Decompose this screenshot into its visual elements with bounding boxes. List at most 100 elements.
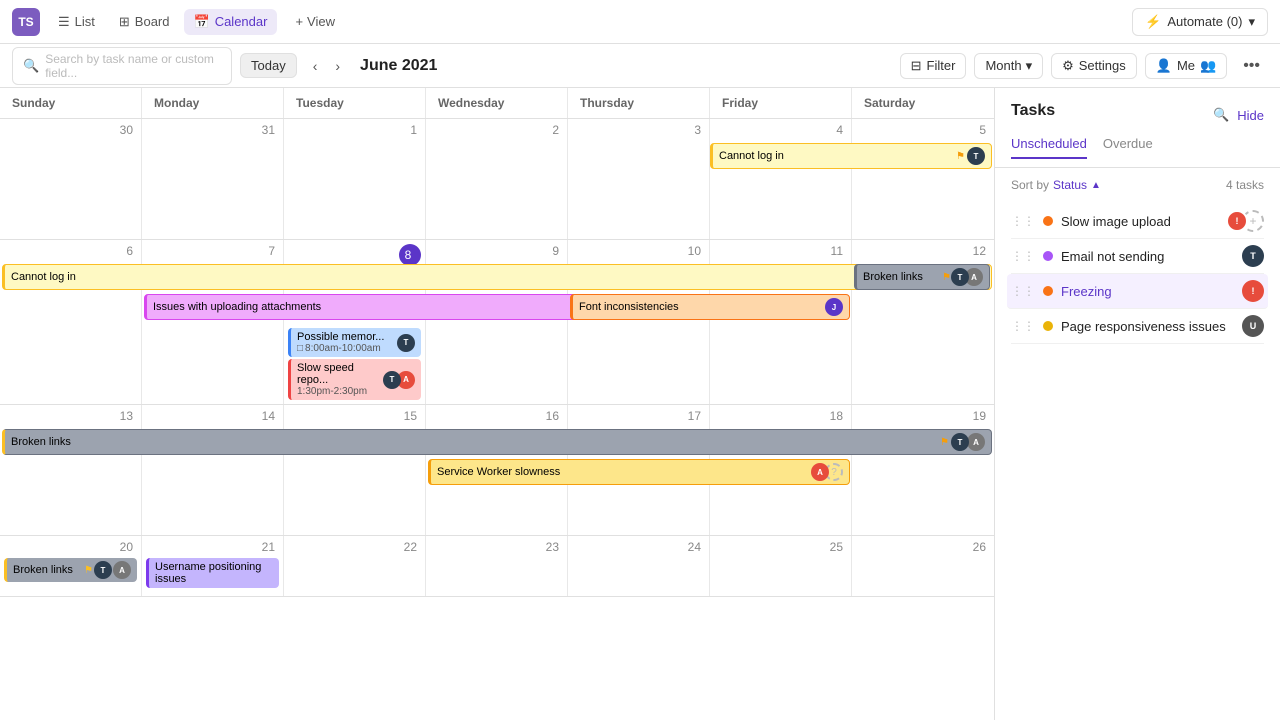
tab-unscheduled[interactable]: Unscheduled <box>1011 136 1087 159</box>
cal-cell-thu-w3[interactable]: 24 <box>568 536 710 596</box>
avatar-sw-1: A <box>811 463 829 481</box>
avatar-bl-w2-1: T <box>951 433 969 451</box>
month-title: June 2021 <box>360 57 437 75</box>
add-view-label: View <box>307 14 335 29</box>
sort-field-button[interactable]: Status <box>1053 178 1087 192</box>
avatar-freezing: ! <box>1242 280 1264 302</box>
cal-cell-mon-w2[interactable]: 14 <box>142 405 284 535</box>
drag-handle[interactable]: ⋮⋮ <box>1011 284 1035 298</box>
task-panel-body: Sort by Status ▲ 4 tasks ⋮⋮ Slow image u… <box>995 168 1280 720</box>
search-tasks-button[interactable]: 🔍 <box>1213 107 1229 123</box>
event-username-positioning[interactable]: Username positioning issues <box>146 558 279 588</box>
event-broken-links-w2[interactable]: Broken links ⚑ T A <box>2 429 992 455</box>
header-monday: Monday <box>142 88 284 118</box>
flag-icon: ⚑ <box>940 437 949 448</box>
drag-handle[interactable]: ⋮⋮ <box>1011 319 1035 333</box>
settings-button[interactable]: ⚙ Settings <box>1051 53 1137 79</box>
nav-tabs: ☰ List ⊞ Board 📅 Calendar <box>48 9 277 35</box>
cal-cell-thu-w0[interactable]: 3 <box>568 119 710 239</box>
nav-tab-board-label: Board <box>135 14 170 29</box>
header-wednesday: Wednesday <box>426 88 568 118</box>
nav-tab-calendar[interactable]: 📅 Calendar <box>184 9 278 35</box>
drag-handle[interactable]: ⋮⋮ <box>1011 214 1035 228</box>
cal-cell-tue-w3[interactable]: 22 <box>284 536 426 596</box>
add-view-button[interactable]: + View <box>285 9 345 34</box>
search-icon: 🔍 <box>23 58 39 74</box>
cal-cell-tue-w0[interactable]: 1 <box>284 119 426 239</box>
event-broken-links-w3[interactable]: Broken links ⚑ T A <box>4 558 137 582</box>
cal-cell-sat-w0[interactable]: 5 <box>852 119 994 239</box>
cal-cell-mon-w0[interactable]: 31 <box>142 119 284 239</box>
event-font-inconsistencies[interactable]: Font inconsistencies J <box>570 294 850 320</box>
avatar-bl-w3-1: T <box>94 561 112 579</box>
plus-icon: + <box>295 14 303 29</box>
board-icon: ⊞ <box>119 14 130 30</box>
flag-icon: ⚑ <box>956 151 965 162</box>
toolbar-right: ⊟ Filter Month ▾ ⚙ Settings 👤 Me 👥 ••• <box>900 53 1268 79</box>
task-panel-header: Tasks 🔍 Hide Unscheduled Overdue <box>995 88 1280 168</box>
person-icon: 👤 <box>1156 58 1172 74</box>
app-icon: TS <box>12 8 40 36</box>
task-item-slow-image-upload[interactable]: ⋮⋮ Slow image upload ! + <box>1011 204 1264 239</box>
week-row-0: 30 31 1 2 3 4 <box>0 119 994 240</box>
task-item-email-not-sending[interactable]: ⋮⋮ Email not sending T <box>1011 239 1264 274</box>
calendar-toolbar: 🔍 Search by task name or custom field...… <box>0 44 1280 88</box>
task-name-slow-image: Slow image upload <box>1061 214 1218 229</box>
cal-cell-sun-w0[interactable]: 30 <box>0 119 142 239</box>
list-icon: ☰ <box>58 14 70 30</box>
cal-cell-wed-w3[interactable]: 23 <box>426 536 568 596</box>
cal-cell-tue-w2[interactable]: 15 <box>284 405 426 535</box>
header-thursday: Thursday <box>568 88 710 118</box>
filter-button[interactable]: ⊟ Filter <box>900 53 967 79</box>
cal-cell-sun-w2[interactable]: 13 <box>0 405 142 535</box>
task-item-page-responsiveness[interactable]: ⋮⋮ Page responsiveness issues U <box>1011 309 1264 344</box>
sort-direction-icon: ▲ <box>1091 180 1101 191</box>
status-dot-slow-image <box>1043 216 1053 226</box>
cal-cell-sat-w2[interactable]: 19 <box>852 405 994 535</box>
chevron-down-icon: ▾ <box>1248 14 1255 30</box>
task-item-freezing[interactable]: ⋮⋮ Freezing ! <box>1007 274 1268 309</box>
sort-row: Sort by Status ▲ 4 tasks <box>1011 178 1264 192</box>
event-broken-links-w1[interactable]: Broken links ⚑ T A <box>854 264 990 290</box>
task-panel-tabs: Unscheduled Overdue <box>1011 136 1264 159</box>
nav-tab-board[interactable]: ⊞ Board <box>109 9 180 35</box>
filter-icon: ⊟ <box>911 58 922 74</box>
nav-tab-list[interactable]: ☰ List <box>48 9 105 35</box>
avatar-page-resp: U <box>1242 315 1264 337</box>
cal-cell-mon-w3[interactable]: 21 Username positioning issues <box>142 536 284 596</box>
calendar-body: 30 31 1 2 3 4 <box>0 119 994 720</box>
event-cannot-log-in-w0[interactable]: Cannot log in ⚑ T <box>710 143 992 169</box>
cal-cell-sun-w3[interactable]: 20 Broken links ⚑ T A <box>0 536 142 596</box>
tab-overdue[interactable]: Overdue <box>1103 136 1153 159</box>
header-friday: Friday <box>710 88 852 118</box>
more-options-button[interactable]: ••• <box>1235 53 1268 79</box>
task-panel: Tasks 🔍 Hide Unscheduled Overdue Sort by… <box>995 88 1280 720</box>
status-dot-email <box>1043 251 1053 261</box>
prev-month-button[interactable]: ‹ <box>305 54 326 78</box>
avatar-email: T <box>1242 245 1264 267</box>
gear-icon: ⚙ <box>1062 58 1074 74</box>
me-button[interactable]: 👤 Me 👥 <box>1145 53 1227 79</box>
next-month-button[interactable]: › <box>327 54 348 78</box>
today-button[interactable]: Today <box>240 53 297 78</box>
month-button[interactable]: Month ▾ <box>974 53 1043 79</box>
automate-button[interactable]: ⚡ Automate (0) ▾ <box>1132 8 1268 36</box>
chevron-down-icon: ▾ <box>1026 58 1033 74</box>
cal-cell-fri-w0[interactable]: 4 <box>710 119 852 239</box>
cal-cell-wed-w0[interactable]: 2 <box>426 119 568 239</box>
cal-cell-fri-w3[interactable]: 25 <box>710 536 852 596</box>
flag-icon: ⚑ <box>942 272 951 283</box>
cal-cell-sat-w3[interactable]: 26 <box>852 536 994 596</box>
event-slow-speed[interactable]: Slow speed repo... 1:30pm-2:30pm T A <box>288 359 421 400</box>
avatar-bl-1: T <box>951 268 969 286</box>
avatar-font: J <box>825 298 843 316</box>
hide-button[interactable]: Hide <box>1237 108 1264 123</box>
event-possible-memory[interactable]: Possible memor... □ 8:00am-10:00am T <box>288 328 421 357</box>
search-box[interactable]: 🔍 Search by task name or custom field... <box>12 47 232 85</box>
search-placeholder: Search by task name or custom field... <box>45 52 221 80</box>
calendar-day-headers: Sunday Monday Tuesday Wednesday Thursday… <box>0 88 994 119</box>
event-cannot-log-in-w1[interactable]: Cannot log in ⚑ T <box>2 264 992 290</box>
drag-handle[interactable]: ⋮⋮ <box>1011 249 1035 263</box>
task-name-email: Email not sending <box>1061 249 1234 264</box>
event-service-worker[interactable]: Service Worker slowness A ? <box>428 459 850 485</box>
